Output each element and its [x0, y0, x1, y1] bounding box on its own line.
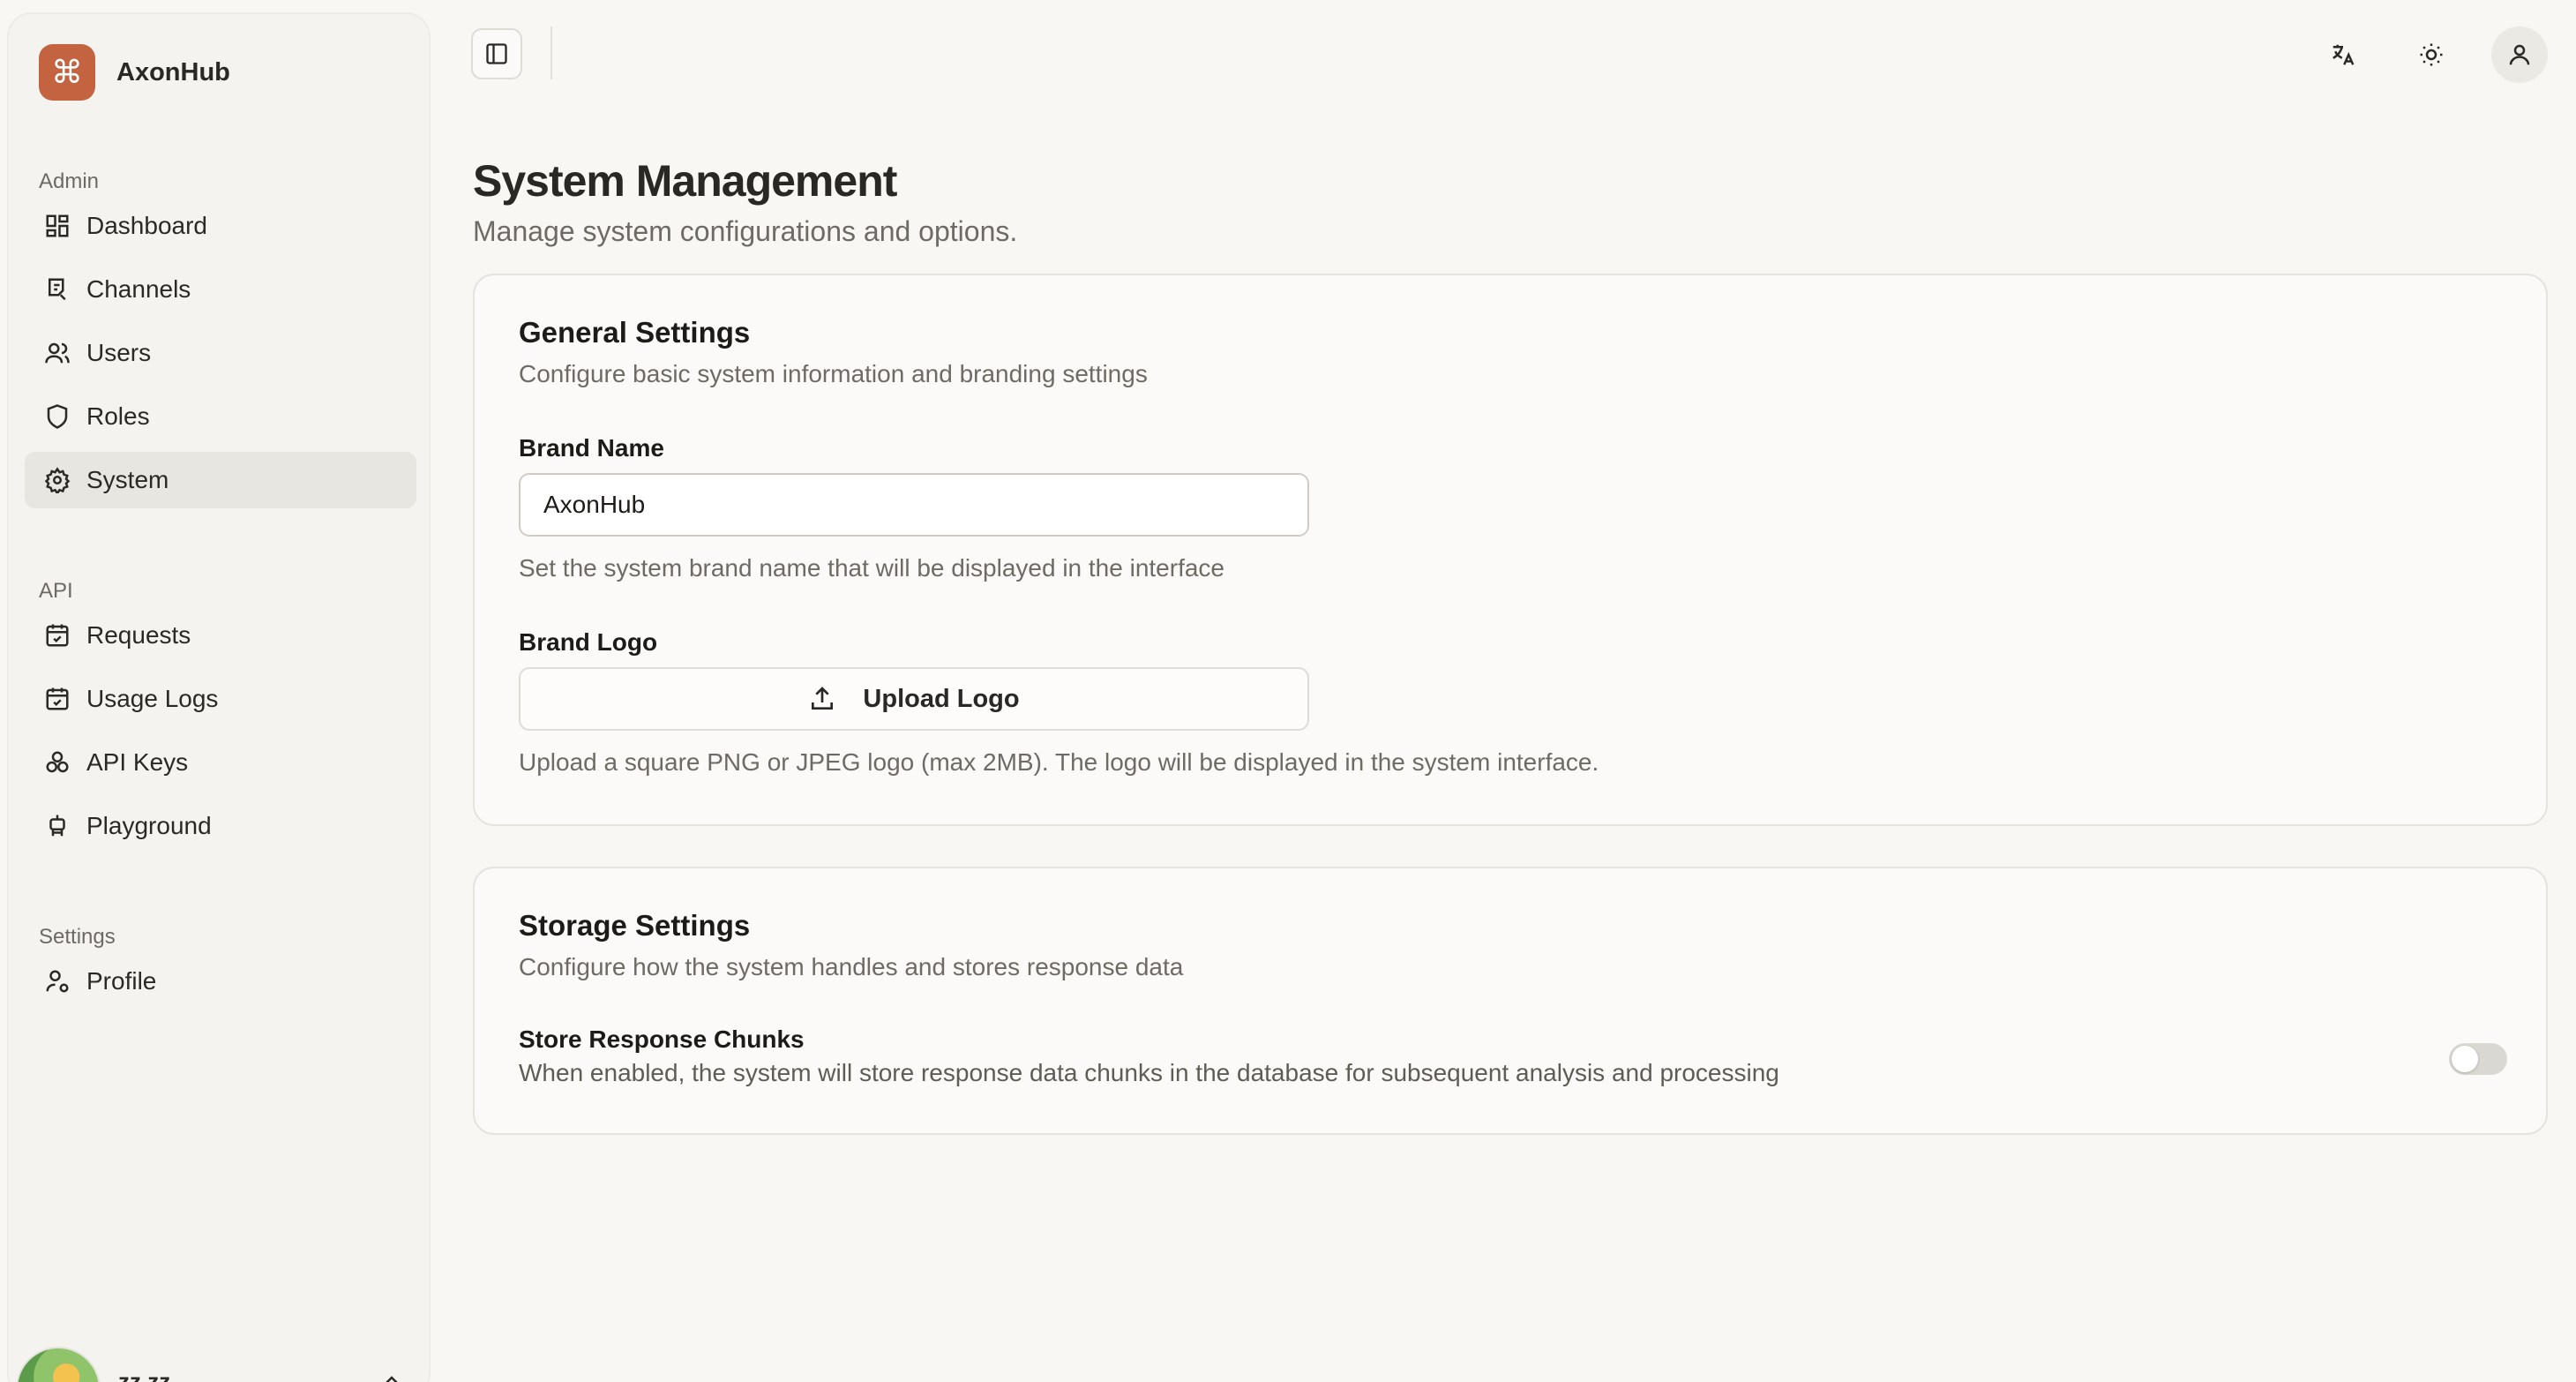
user-menu[interactable]: zz zz: [16, 1347, 398, 1382]
translate-icon: [2333, 44, 2355, 65]
sidebar-item-roles[interactable]: Roles: [25, 388, 416, 445]
sidebar-item-label: Roles: [86, 402, 150, 430]
sidebar-toggle-button[interactable]: [471, 28, 522, 79]
sidebar-item-playground[interactable]: Playground: [25, 798, 416, 854]
brand-name-input[interactable]: [519, 473, 1309, 537]
calendar-check-icon: [46, 687, 69, 710]
page-title: System Management: [473, 156, 897, 206]
sidebar-item-profile[interactable]: Profile: [25, 953, 416, 1010]
nav-group-admin: Admin: [39, 169, 100, 193]
language-button[interactable]: [2315, 26, 2371, 83]
theme-toggle-button[interactable]: [2403, 26, 2460, 83]
sidebar-item-dashboard[interactable]: Dashboard: [25, 198, 416, 254]
brand-logo-label: Brand Logo: [519, 628, 658, 656]
nav-group-settings: Settings: [39, 925, 116, 949]
sidebar-item-requests[interactable]: Requests: [25, 607, 416, 664]
profile-button[interactable]: [2491, 26, 2548, 83]
card-title: Storage Settings: [519, 909, 751, 942]
store-chunks-help: When enabled, the system will store resp…: [519, 1059, 1779, 1086]
avatar: [16, 1347, 101, 1382]
user-icon: [2509, 44, 2530, 65]
topbar-divider: [550, 26, 552, 79]
robot-icon: [49, 815, 65, 837]
sidebar-toggle-icon: [486, 43, 507, 64]
nav-group-api: API: [39, 579, 73, 603]
channels-icon: [49, 278, 66, 301]
store-chunks-label: Store Response Chunks: [519, 1025, 805, 1053]
brand-logo-help: Upload a square PNG or JPEG logo (max 2M…: [519, 748, 1599, 776]
sidebar-item-label: API Keys: [86, 748, 189, 776]
storage-settings-card: Storage Settings Configure how the syste…: [473, 867, 2548, 1135]
dashboard-icon: [46, 214, 69, 237]
upload-logo-button[interactable]: Upload Logo: [519, 667, 1309, 731]
card-description: Configure how the system handles and sto…: [519, 953, 1184, 980]
sidebar-item-label: Profile: [86, 967, 157, 995]
command-icon: ⌘: [39, 44, 95, 101]
calendar-check-icon: [46, 624, 69, 647]
card-title: General Settings: [519, 316, 751, 349]
sun-icon: [2420, 43, 2443, 66]
sidebar-item-usage-logs[interactable]: Usage Logs: [25, 671, 416, 727]
store-chunks-switch[interactable]: [2449, 1043, 2507, 1075]
sidebar-item-label: Requests: [86, 621, 191, 649]
page-subtitle: Manage system configurations and options…: [473, 215, 1018, 247]
switch-knob: [2452, 1046, 2478, 1072]
sidebar-item-label: System: [86, 466, 169, 493]
upload-icon: [812, 687, 834, 710]
sidebar: ⌘ AxonHub Admin Dashboard Channels Users…: [7, 12, 431, 1382]
sidebar-item-label: Users: [86, 339, 152, 366]
chevron-up-icon: [386, 1376, 398, 1382]
sidebar-item-channels[interactable]: Channels: [25, 261, 416, 318]
sidebar-item-label: Channels: [86, 275, 191, 303]
sidebar-item-label: Playground: [86, 812, 212, 839]
upload-logo-label: Upload Logo: [863, 684, 1020, 713]
sidebar-item-api-keys[interactable]: API Keys: [25, 734, 416, 791]
shield-icon: [47, 404, 68, 429]
brand[interactable]: ⌘ AxonHub: [39, 44, 230, 101]
sidebar-item-users[interactable]: Users: [25, 325, 416, 381]
keys-icon: [46, 751, 69, 773]
brand-name-help: Set the system brand name that will be d…: [519, 554, 1224, 582]
sidebar-item-system[interactable]: System: [25, 452, 416, 508]
users-icon: [45, 342, 70, 364]
general-settings-card: General Settings Configure basic system …: [473, 274, 2548, 826]
sidebar-item-label: Usage Logs: [86, 685, 219, 712]
sidebar-item-label: Dashboard: [86, 212, 207, 239]
brand-name: AxonHub: [116, 57, 230, 86]
gear-icon: [44, 467, 71, 493]
user-cog-icon: [46, 970, 69, 993]
card-description: Configure basic system information and b…: [519, 360, 1148, 387]
brand-name-label: Brand Name: [519, 434, 664, 462]
user-name: zz zz: [118, 1368, 171, 1382]
